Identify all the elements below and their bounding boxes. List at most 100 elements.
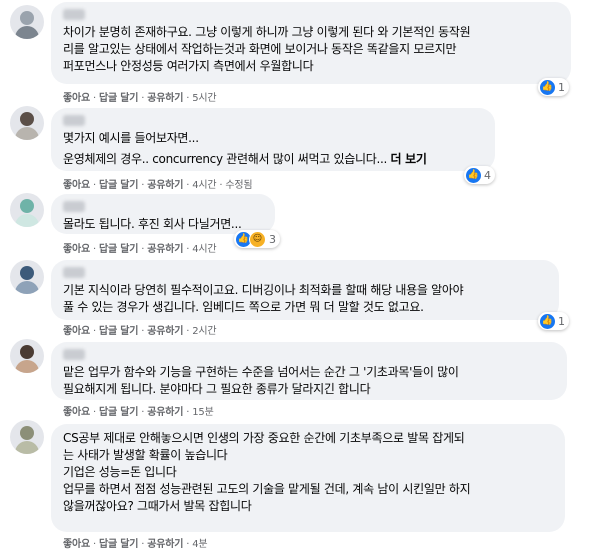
separator: · [186, 180, 190, 191]
reaction-count: 1 [558, 80, 565, 94]
author-name-redacted[interactable] [63, 9, 85, 20]
separator: · [186, 407, 190, 418]
separator: · [93, 539, 96, 550]
separator: · [141, 180, 145, 191]
wow-icon: ☺ [249, 230, 266, 248]
avatar[interactable] [10, 5, 44, 39]
like-icon: 👍 [540, 313, 555, 329]
separator: · [219, 180, 223, 191]
separator: · [141, 407, 145, 418]
like-button[interactable]: 좋아요 [63, 539, 90, 550]
comment-line: 운영체제의 경우.. concurrency 관련해서 많이 써먹고 있습니다.… [63, 151, 483, 168]
comment-line: 맡은 업무가 함수와 기능을 구현하는 수준을 넘어서는 순간 그 '기초과목'… [63, 365, 459, 379]
timestamp[interactable]: 4분 [192, 539, 207, 550]
like-button[interactable]: 좋아요 [63, 93, 90, 104]
avatar-body [15, 281, 39, 294]
comment-bubble: 몇가지 예시를 들어보자면... 운영체제의 경우.. concurrency … [51, 108, 495, 171]
timestamp[interactable]: 4시간 [192, 180, 216, 191]
avatar-body [15, 441, 39, 454]
comment-text: 몰라도 됩니다. 후진 회사 다닐거면... [63, 216, 263, 233]
share-button[interactable]: 공유하기 [147, 93, 183, 104]
avatar[interactable] [10, 106, 44, 140]
separator: · [93, 407, 96, 418]
edited-label: 수정됨 [225, 180, 253, 191]
comment-bubble: 차이가 분명히 존재하구요. 그냥 이렇게 하니까 그냥 이렇게 된다 와 기본… [51, 2, 571, 84]
comment-actions: 좋아요 · 답글 달기 · 공유하기 · 4분 [63, 535, 208, 550]
comment-actions: 좋아요 · 답글 달기 · 공유하기 · 4시간 [63, 240, 217, 255]
reaction-summary[interactable]: 👍 4 [464, 166, 495, 184]
comment-text: 차이가 분명히 존재하구요. 그냥 이렇게 하니까 그냥 이렇게 된다 와 기본… [63, 24, 559, 75]
reaction-summary[interactable]: 👍 ☺ 3 [234, 230, 280, 248]
comment-bubble: CS공부 제대로 안해놓으시면 인생의 가장 중요한 순간에 기초부족으로 발목… [51, 424, 565, 532]
reaction-summary[interactable]: 👍 1 [538, 312, 569, 330]
like-button[interactable]: 좋아요 [63, 326, 90, 337]
reply-button[interactable]: 답글 달기 [99, 244, 138, 255]
separator: · [141, 539, 145, 550]
separator: · [93, 326, 96, 337]
avatar-head [20, 345, 34, 359]
comment-actions: 좋아요 · 답글 달기 · 공유하기 · 4시간 · 수정됨 [63, 176, 253, 191]
reply-button[interactable]: 답글 달기 [99, 326, 138, 337]
timestamp[interactable]: 15분 [192, 407, 214, 418]
separator: · [93, 180, 96, 191]
comment-line: 풀 수 있는 경우가 생깁니다. 임베디드 쪽으로 가면 뭐 더 말할 것도 없… [63, 300, 424, 314]
separator: · [186, 244, 190, 255]
separator: · [141, 244, 145, 255]
like-button[interactable]: 좋아요 [63, 244, 90, 255]
avatar[interactable] [10, 193, 44, 227]
reply-button[interactable]: 답글 달기 [99, 539, 138, 550]
comment-actions: 좋아요 · 답글 달기 · 공유하기 · 2시간 [63, 322, 217, 337]
separator: · [141, 326, 145, 337]
see-more-link[interactable]: 더 보기 [391, 152, 427, 166]
like-button[interactable]: 좋아요 [63, 180, 90, 191]
share-button[interactable]: 공유하기 [147, 407, 183, 418]
separator: · [93, 244, 96, 255]
avatar-body [15, 214, 39, 227]
comment-line: 기업은 성능=돈 입니다 [63, 465, 177, 479]
reaction-summary[interactable]: 👍 1 [538, 78, 569, 96]
comment-bubble: 기본 지식이라 당연히 필수적이고요. 디버깅이나 최적화를 할때 해당 내용을… [51, 260, 559, 320]
timestamp[interactable]: 5시간 [192, 93, 216, 104]
avatar-head [20, 266, 34, 280]
avatar[interactable] [10, 339, 44, 373]
separator: · [93, 93, 96, 104]
avatar-head [20, 112, 34, 126]
author-name-redacted[interactable] [63, 115, 85, 126]
avatar[interactable] [10, 420, 44, 454]
comment-actions: 좋아요 · 답글 달기 · 공유하기 · 5시간 [63, 89, 217, 104]
comment-line: 업무를 하면서 점점 성능관련된 고도의 기술을 맡게될 건데, 계속 남이 시… [63, 482, 471, 496]
author-name-redacted[interactable] [63, 201, 85, 212]
comment-line: 않을꺼잖아요? 그때가서 발목 잡힙니다 [63, 499, 252, 513]
separator: · [141, 93, 145, 104]
share-button[interactable]: 공유하기 [147, 244, 183, 255]
separator: · [186, 326, 190, 337]
author-name-redacted[interactable] [63, 267, 85, 278]
timestamp[interactable]: 2시간 [192, 326, 216, 337]
comment-line: 퍼포먼스나 안정성등 여러가지 측면에서 우월합니다 [63, 59, 314, 73]
comment-actions: 좋아요 · 답글 달기 · 공유하기 · 15분 [63, 403, 214, 418]
avatar-body [15, 360, 39, 373]
author-name-redacted[interactable] [63, 349, 85, 360]
share-button[interactable]: 공유하기 [147, 180, 183, 191]
like-icon: 👍 [466, 167, 481, 183]
share-button[interactable]: 공유하기 [147, 539, 183, 550]
comment-text: 몇가지 예시를 들어보자면... 운영체제의 경우.. concurrency … [63, 130, 483, 168]
reaction-count: 3 [269, 232, 276, 246]
comment-text: 맡은 업무가 함수와 기능을 구현하는 수준을 넘어서는 순간 그 '기초과목'… [63, 364, 555, 398]
comment-line: CS공부 제대로 안해놓으시면 인생의 가장 중요한 순간에 기초부족으로 발목… [63, 431, 465, 445]
comment-line: 는 사태가 발생할 확률이 높습니다 [63, 448, 228, 462]
comment-text: 기본 지식이라 당연히 필수적이고요. 디버깅이나 최적화를 할때 해당 내용을… [63, 282, 547, 316]
share-button[interactable]: 공유하기 [147, 326, 183, 337]
comment-line-text: 운영체제의 경우.. concurrency 관련해서 많이 써먹고 있습니다.… [63, 152, 387, 166]
comment-text: CS공부 제대로 안해놓으시면 인생의 가장 중요한 순간에 기초부족으로 발목… [63, 430, 553, 515]
avatar-body [15, 127, 39, 140]
like-button[interactable]: 좋아요 [63, 407, 90, 418]
timestamp[interactable]: 4시간 [192, 244, 216, 255]
avatar[interactable] [10, 260, 44, 294]
reply-button[interactable]: 답글 달기 [99, 407, 138, 418]
like-icon: 👍 [540, 79, 555, 95]
reply-button[interactable]: 답글 달기 [99, 93, 138, 104]
reply-button[interactable]: 답글 달기 [99, 180, 138, 191]
reaction-count: 4 [484, 168, 491, 182]
comment-line: 차이가 분명히 존재하구요. 그냥 이렇게 하니까 그냥 이렇게 된다 와 기본… [63, 25, 471, 39]
